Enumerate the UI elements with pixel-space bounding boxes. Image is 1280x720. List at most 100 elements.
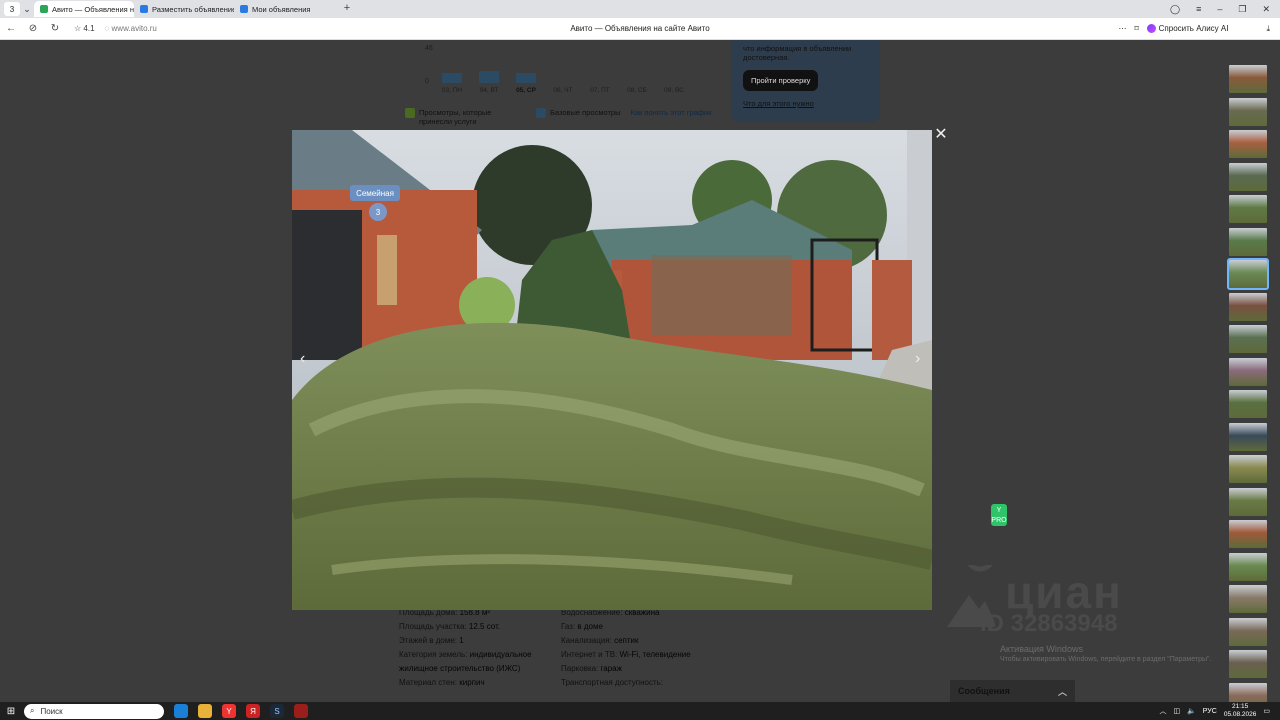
url-field[interactable]: ◌ www.avito.ru bbox=[105, 24, 157, 33]
gallery-thumbnail[interactable] bbox=[1229, 292, 1267, 321]
clock-date: 05.08.2026 bbox=[1223, 711, 1257, 718]
file-explorer-icon[interactable] bbox=[198, 704, 212, 718]
clock[interactable]: 21:15 05.08.2026 bbox=[1224, 703, 1257, 719]
gallery-thumbnail[interactable] bbox=[1229, 390, 1267, 418]
gallery-thumbnail[interactable] bbox=[1229, 617, 1267, 646]
gallery-thumbnail[interactable] bbox=[1229, 357, 1267, 386]
property-list-left: Площадь дома: 158.8 м² Площадь участка: 1… bbox=[399, 606, 549, 690]
thumbnail-strip: ⌄ bbox=[1227, 65, 1269, 702]
page-content: 46 0 03, ПН 04, ВТ 05, СР 06, ЧТ 07, ПТ 08, С… bbox=[0, 40, 1280, 702]
gallery-thumbnail[interactable] bbox=[1229, 455, 1267, 483]
gallery-thumbnail[interactable] bbox=[1227, 258, 1269, 290]
browser-tab-bar: 3 ⌄ Авито — Объявления н ✕ Разместить об… bbox=[0, 0, 1280, 18]
address-bar: ← ⊘ ↻ ☆ 4.1 ◌ www.avito.ru Авито — Объяв… bbox=[0, 18, 1280, 40]
gallery-thumbnail[interactable] bbox=[1229, 65, 1267, 93]
minimize-button[interactable]: – bbox=[1217, 4, 1222, 15]
gallery-thumbnail[interactable] bbox=[1229, 552, 1267, 581]
taskbar-search[interactable]: ⌕ Поиск bbox=[24, 703, 164, 719]
messages-panel[interactable]: Сообщения ︿ bbox=[950, 680, 1075, 702]
reload-icon[interactable]: ↻ bbox=[44, 23, 66, 34]
network-icon[interactable]: ◫ bbox=[1173, 707, 1180, 715]
volume-icon[interactable]: 🔈 bbox=[1187, 707, 1196, 715]
legend-base-label: Базовые просмотры bbox=[550, 108, 621, 117]
property-value: в доме bbox=[577, 622, 603, 631]
language-indicator[interactable]: РУС bbox=[1203, 708, 1217, 715]
steam-icon[interactable]: S bbox=[270, 704, 284, 718]
gallery-thumbnail[interactable] bbox=[1229, 97, 1267, 126]
download-icon[interactable]: ⤓ bbox=[1266, 24, 1270, 34]
house-number: 3 bbox=[376, 208, 381, 217]
next-photo-button[interactable]: › bbox=[915, 350, 920, 368]
profile-icon[interactable]: ◯ bbox=[1170, 4, 1180, 15]
close-gallery-button[interactable]: ✕ bbox=[932, 126, 950, 144]
gallery-photo[interactable]: Семейная 3 bbox=[292, 130, 932, 610]
more-icon[interactable]: ⋯ bbox=[1119, 24, 1127, 33]
menu-icon[interactable]: ≡ bbox=[1196, 4, 1201, 15]
property-row: Категория земель: индивидуальное жилищно… bbox=[399, 648, 549, 676]
property-row: Интернет и ТВ: Wi-Fi, телевидение bbox=[561, 648, 721, 662]
views-chart: 46 0 03, ПН 04, ВТ 05, СР 06, ЧТ 07, ПТ 08, С… bbox=[400, 40, 720, 135]
property-value: гараж bbox=[600, 664, 622, 673]
x-tick-label: 03, ПН bbox=[441, 87, 463, 94]
property-row: Этажей в доме: 1 bbox=[399, 634, 549, 648]
gallery-thumbnail[interactable] bbox=[1229, 227, 1267, 256]
yandex-icon[interactable]: Я bbox=[246, 704, 260, 718]
windows-start-icon[interactable]: ⊞ bbox=[0, 706, 22, 717]
chevron-up-icon[interactable]: ︿ bbox=[1159, 706, 1166, 716]
verify-card: что информация в объявлении достоверная.… bbox=[731, 40, 880, 122]
x-tick-label: 08, СБ bbox=[627, 87, 647, 94]
gallery-thumbnail[interactable] bbox=[1229, 487, 1267, 516]
street-sign: Семейная bbox=[356, 189, 394, 198]
clock-time: 21:15 bbox=[1231, 703, 1249, 710]
new-tab-button[interactable]: + bbox=[340, 2, 354, 16]
tab-my-ads[interactable]: Мои объявления bbox=[234, 1, 334, 17]
property-key: Материал стен: bbox=[399, 678, 457, 687]
x-tick-label: 05, СР bbox=[516, 87, 536, 94]
gallery-thumbnail[interactable] bbox=[1229, 130, 1267, 158]
verify-button[interactable]: Пройти проверку bbox=[743, 70, 819, 91]
tab-count-button[interactable]: 3 bbox=[4, 2, 20, 16]
gallery-thumbnail[interactable] bbox=[1229, 422, 1267, 451]
shield-icon[interactable]: ⊘ bbox=[22, 23, 44, 34]
tab-post-ad[interactable]: Разместить объявление bbox=[134, 1, 234, 17]
x-tick-label: 04, ВТ bbox=[479, 87, 499, 94]
property-list-right: Водоснабжение: скважина Газ: в доме Канали… bbox=[561, 606, 721, 690]
prev-photo-button[interactable]: ‹ bbox=[300, 350, 305, 368]
dota-icon[interactable] bbox=[294, 704, 308, 718]
gallery-thumbnail[interactable] bbox=[1229, 325, 1267, 353]
chart-bar bbox=[516, 73, 536, 83]
gallery-thumbnail[interactable] bbox=[1229, 682, 1267, 702]
yandex-browser-icon[interactable]: Y bbox=[222, 704, 236, 718]
notifications-icon[interactable]: ▭ bbox=[1263, 707, 1270, 715]
badge-label: PRO bbox=[991, 517, 1007, 524]
gallery-thumbnail[interactable] bbox=[1229, 650, 1267, 678]
chevron-down-icon[interactable]: ⌄ bbox=[20, 4, 34, 15]
chart-help-link[interactable]: Как понять этот график bbox=[630, 108, 711, 117]
gallery-thumbnail[interactable] bbox=[1229, 585, 1267, 613]
search-icon: ⌕ bbox=[30, 706, 35, 715]
property-row: Площадь участка: 12.5 сот. bbox=[399, 620, 549, 634]
verify-help-link[interactable]: Что для этого нужно bbox=[743, 99, 868, 108]
tab-avito[interactable]: Авито — Объявления н ✕ bbox=[34, 1, 134, 17]
restore-button[interactable]: ❐ bbox=[1238, 4, 1246, 15]
close-window-button[interactable]: ✕ bbox=[1262, 4, 1270, 15]
yandex-pro-badge[interactable]: Y PRO bbox=[991, 504, 1007, 526]
property-key: Транспортная доступность: bbox=[561, 678, 664, 687]
page-title: Авито — Объявления на сайте Авито bbox=[570, 24, 710, 33]
property-key: Канализация: bbox=[561, 636, 612, 645]
back-icon[interactable]: ← bbox=[0, 23, 22, 34]
x-tick-label: 07, ПТ bbox=[590, 87, 610, 94]
house-garden-photo: Семейная 3 bbox=[292, 130, 932, 610]
activation-title: Активация Windows bbox=[1000, 644, 1083, 654]
bookmark-icon[interactable]: ⌑ bbox=[1135, 24, 1139, 33]
url-text: www.avito.ru bbox=[111, 24, 157, 33]
activation-subtitle: Чтобы активировать Windows, перейдите в … bbox=[1000, 656, 1212, 663]
edge-icon[interactable] bbox=[174, 704, 188, 718]
property-row: Газ: в доме bbox=[561, 620, 721, 634]
gallery-thumbnail[interactable] bbox=[1229, 195, 1267, 223]
ask-alice-button[interactable]: Спросить Алису AI bbox=[1146, 24, 1228, 33]
gallery-thumbnail[interactable] bbox=[1229, 520, 1267, 548]
gallery-thumbnail[interactable] bbox=[1229, 162, 1267, 191]
chevron-up-icon[interactable]: ︿ bbox=[1058, 685, 1067, 698]
site-rating[interactable]: ☆ 4.1 bbox=[74, 24, 95, 33]
